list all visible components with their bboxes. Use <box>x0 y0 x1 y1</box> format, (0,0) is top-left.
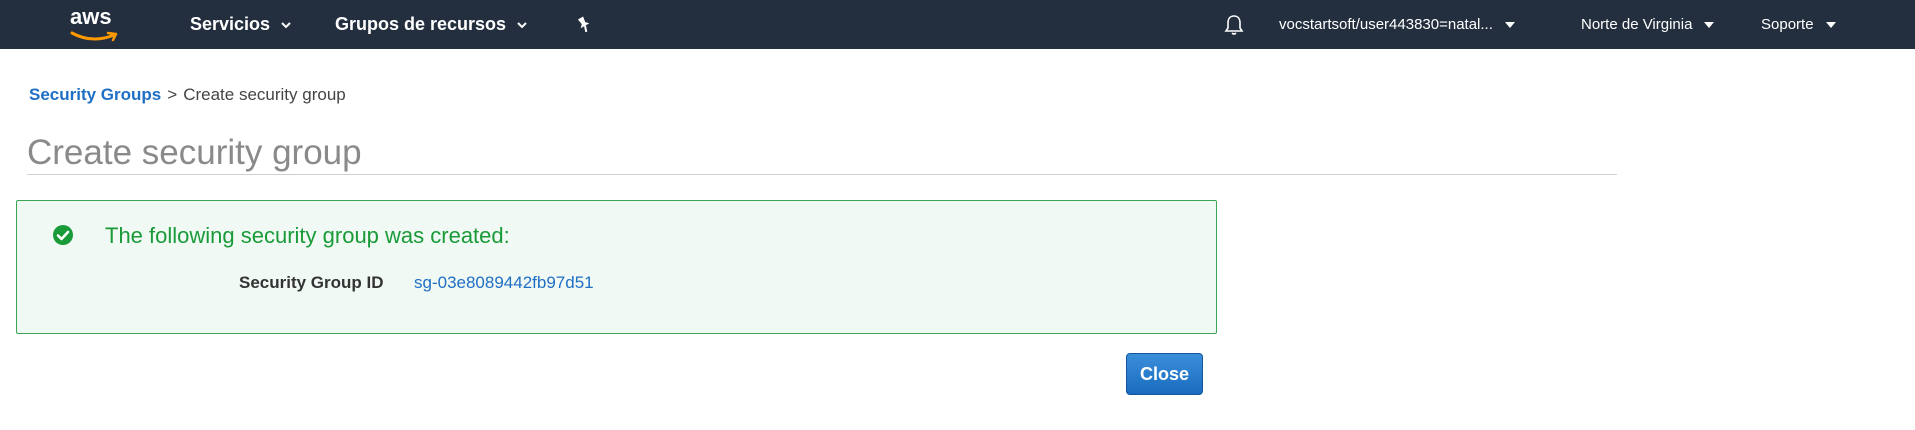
aws-logo[interactable]: aws <box>70 4 126 44</box>
aws-logo-text: aws <box>70 4 112 29</box>
breadcrumb: Security Groups > Create security group <box>29 85 346 105</box>
caret-down-icon <box>1704 21 1715 28</box>
success-panel: The following security group was created… <box>16 200 1217 334</box>
pin-button[interactable] <box>576 0 592 49</box>
breadcrumb-separator: > <box>167 85 178 104</box>
account-menu[interactable]: vocstartsoft/user443830=natal... <box>1279 0 1515 49</box>
chevron-down-icon <box>281 21 291 28</box>
caret-down-icon <box>1504 21 1515 28</box>
security-group-id-label: Security Group ID <box>239 273 384 292</box>
region-menu[interactable]: Norte de Virginia <box>1581 0 1715 49</box>
notifications-button[interactable] <box>1224 0 1244 49</box>
security-group-id-link[interactable]: sg-03e8089442fb97d51 <box>414 273 594 293</box>
support-label: Soporte <box>1761 16 1814 33</box>
bell-icon <box>1224 14 1244 35</box>
aws-smile-icon <box>70 31 118 42</box>
chevron-down-icon <box>517 21 527 28</box>
check-circle-icon <box>53 225 73 245</box>
page-title: Create security group <box>27 133 362 172</box>
caret-down-icon <box>1825 21 1836 28</box>
resource-groups-label: Grupos de recursos <box>335 14 507 34</box>
top-nav: aws Servicios Grupos de recursos vocstar… <box>0 0 1915 49</box>
title-divider <box>27 174 1617 175</box>
breadcrumb-security-groups-link[interactable]: Security Groups <box>29 85 161 104</box>
services-label: Servicios <box>190 14 271 34</box>
support-menu[interactable]: Soporte <box>1761 0 1836 49</box>
success-message: The following security group was created… <box>105 223 510 248</box>
account-label: vocstartsoft/user443830=natal... <box>1279 16 1493 33</box>
pin-icon <box>577 15 590 32</box>
resource-groups-menu[interactable]: Grupos de recursos <box>335 0 528 49</box>
region-label: Norte de Virginia <box>1581 16 1693 33</box>
breadcrumb-current: Create security group <box>183 85 346 104</box>
services-menu[interactable]: Servicios <box>190 0 292 49</box>
close-button[interactable]: Close <box>1126 353 1203 395</box>
